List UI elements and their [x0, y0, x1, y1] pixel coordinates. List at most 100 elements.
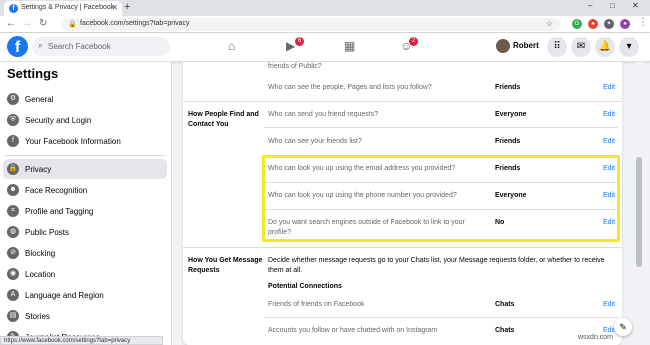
sidebar-item-label: Language and Region: [25, 291, 104, 300]
setting-value: Everyone: [495, 192, 527, 199]
marketplace-icon[interactable]: ▦: [344, 39, 355, 53]
settings-sidebar: Settings ⚙ General ⛨ Security and Login fY…: [0, 62, 172, 345]
profile-name: Robert: [513, 41, 539, 51]
sidebar-item-label: Blocking: [25, 249, 56, 258]
tag-icon: ⌗: [7, 205, 19, 217]
chrome-menu-icon[interactable]: ⋮: [638, 17, 648, 28]
extension-green-icon[interactable]: G: [572, 19, 582, 29]
sidebar-title: Settings: [7, 66, 59, 81]
close-window-button[interactable]: ✕: [632, 1, 639, 10]
setting-question: Friends of friends on Facebook: [268, 301, 365, 308]
sidebar-item-label: Your Facebook Information: [25, 137, 121, 146]
sidebar-item-profile-tagging[interactable]: ⌗ Profile and Tagging: [3, 201, 167, 221]
sidebar-item-face-recognition[interactable]: ☻ Face Recognition: [3, 180, 167, 200]
setting-question: Who can see your friends list?: [268, 138, 362, 145]
sidebar-item-language-region[interactable]: A Language and Region: [3, 285, 167, 305]
setting-question: Accounts you follow or have chatted with…: [268, 327, 438, 334]
groups-notification-badge: 2: [409, 37, 418, 46]
menu-grid-icon[interactable]: ⠿: [547, 37, 567, 57]
extensions-puzzle-icon[interactable]: ✦: [604, 19, 614, 29]
setting-question: Who can look you up using the email addr…: [268, 165, 456, 172]
sidebar-item-public-posts[interactable]: ◍ Public Posts: [3, 222, 167, 242]
sidebar-item-blocking[interactable]: ⊘ Blocking: [3, 243, 167, 263]
setting-question: Do you want search engines outside of Fa…: [268, 219, 465, 236]
setting-question: Who can send you friend requests?: [268, 111, 379, 118]
facebook-favicon-icon: f: [9, 4, 18, 13]
facebook-header: f ⌕ Search Facebook ⌂ ▶ 6 ▦ ☺ 2 Robert ⠿…: [0, 33, 650, 62]
facebook-logo[interactable]: f: [7, 36, 28, 57]
close-tab-icon[interactable]: ✕: [111, 3, 118, 12]
block-icon: ⊘: [7, 247, 19, 259]
sidebar-item-your-information[interactable]: f Your Facebook Information: [3, 131, 167, 151]
sidebar-item-security[interactable]: ⛨ Security and Login: [3, 110, 167, 130]
setting-value: Everyone: [495, 111, 527, 118]
address-url: facebook.com/settings?tab=privacy: [80, 20, 190, 27]
maximize-window-button[interactable]: □: [610, 1, 615, 10]
avatar: [496, 39, 510, 53]
edit-phone-lookup-link[interactable]: Edit: [603, 192, 615, 199]
gear-icon: ⚙: [7, 93, 19, 105]
bookmark-star-icon[interactable]: ☆: [546, 19, 553, 28]
edit-friends-of-friends-link[interactable]: Edit: [603, 301, 615, 308]
home-icon[interactable]: ⌂: [228, 39, 235, 53]
setting-value: Friends: [495, 165, 521, 172]
new-message-icon[interactable]: ✎: [614, 318, 632, 336]
sidebar-item-privacy[interactable]: 🔒 Privacy: [3, 159, 167, 179]
edit-email-lookup-link[interactable]: Edit: [603, 165, 615, 172]
language-icon: A: [7, 289, 19, 301]
watch-notification-badge: 6: [295, 37, 304, 46]
row-divider: [264, 317, 618, 318]
lock-icon: 🔒: [68, 21, 77, 28]
potential-connections-subheading: Potential Connections: [268, 283, 342, 290]
profile-shortcut[interactable]: Robert: [496, 39, 539, 53]
sidebar-item-stories[interactable]: ▤ Stories: [3, 306, 167, 326]
sidebar-item-label: Privacy: [25, 165, 52, 174]
account-chevron-down-icon[interactable]: ▾: [619, 37, 639, 57]
browser-toolbar: ← → ↻ 🔒 facebook.com/settings?tab=privac…: [0, 16, 650, 33]
section-divider: [183, 247, 622, 248]
search-icon: ⌕: [38, 40, 44, 50]
row-divider: [265, 209, 617, 210]
row-divider: [264, 127, 618, 128]
sidebar-item-location[interactable]: ◉ Location: [3, 264, 167, 284]
sidebar-item-label: Stories: [25, 312, 50, 321]
notifications-bell-icon[interactable]: 🔔: [595, 37, 615, 57]
sidebar-item-general[interactable]: ⚙ General: [3, 89, 167, 109]
partial-row-text: friends of Public?: [268, 63, 322, 70]
sidebar-item-label: General: [25, 95, 54, 104]
screenshot-root: f Settings & Privacy | Facebook ✕ + – □ …: [0, 0, 650, 345]
find-contact-heading: How People Find and Contact You: [188, 111, 259, 128]
edit-friend-requests-link[interactable]: Edit: [603, 111, 615, 118]
sidebar-item-label: Security and Login: [25, 116, 92, 125]
back-arrow-icon[interactable]: ←: [6, 18, 16, 29]
watch-icon[interactable]: ▶: [286, 39, 295, 53]
edit-friends-list-link[interactable]: Edit: [603, 138, 615, 145]
edit-search-engines-link[interactable]: Edit: [603, 219, 615, 226]
reload-icon[interactable]: ↻: [39, 18, 47, 29]
extension-red-icon[interactable]: ●: [588, 19, 598, 29]
message-requests-heading: How You Get Message Requests: [188, 257, 263, 274]
facebook-search-input[interactable]: ⌕ Search Facebook: [32, 37, 170, 56]
location-icon: ◉: [7, 268, 19, 280]
forward-arrow-icon[interactable]: →: [22, 18, 32, 29]
setting-question: Who can look you up using the phone numb…: [268, 192, 457, 199]
facebook-icon: f: [7, 135, 19, 147]
sidebar-item-label: Profile and Tagging: [25, 207, 94, 216]
setting-value: Chats: [495, 301, 515, 308]
search-placeholder: Search Facebook: [48, 42, 111, 51]
globe-icon: ◍: [7, 226, 19, 238]
browser-tab-strip: f Settings & Privacy | Facebook ✕ + – □ …: [0, 0, 650, 16]
watermark: wsxdn.com: [578, 334, 614, 341]
setting-value: Chats: [495, 327, 515, 334]
profile-avatar-icon[interactable]: ●: [620, 19, 630, 29]
edit-follow-list-link[interactable]: Edit: [603, 84, 615, 91]
scrollbar-thumb[interactable]: [636, 157, 642, 267]
new-tab-button[interactable]: +: [124, 1, 130, 13]
setting-value: Friends: [495, 138, 521, 145]
address-bar[interactable]: 🔒 facebook.com/settings?tab=privacy ☆: [61, 18, 561, 31]
minimize-window-button[interactable]: –: [588, 1, 592, 10]
messenger-icon[interactable]: ✉: [571, 37, 591, 57]
browser-tab[interactable]: f Settings & Privacy | Facebook ✕: [4, 1, 122, 16]
sidebar-divider: [5, 155, 165, 156]
setting-value: No: [495, 219, 505, 226]
